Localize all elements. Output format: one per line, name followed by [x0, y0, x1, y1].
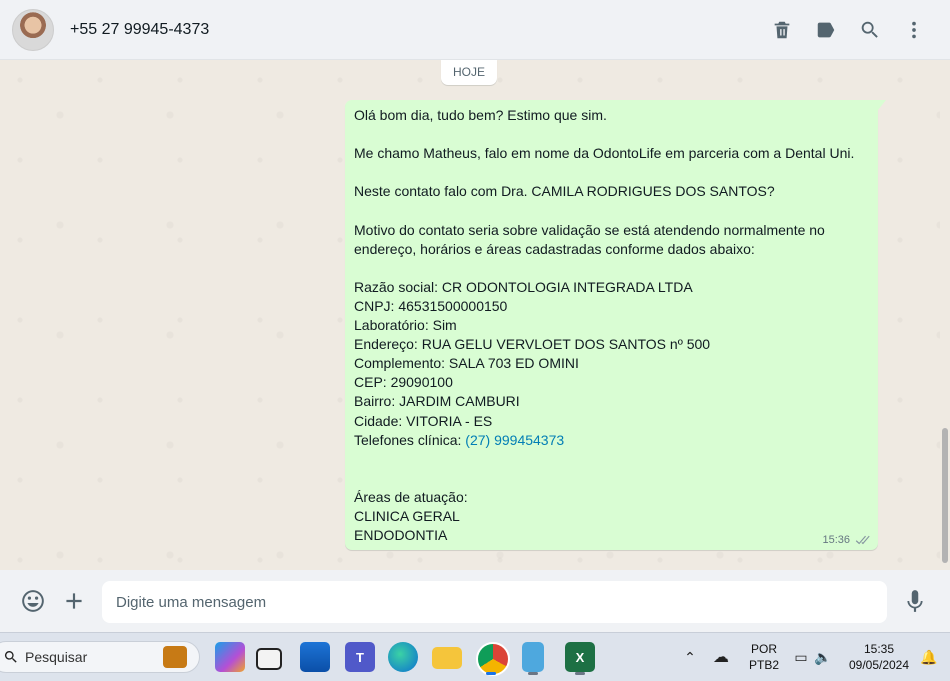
message-line: Neste contato falo com Dra. CAMILA RODRI… — [354, 183, 775, 200]
chrome-active-indicator — [486, 672, 496, 675]
double-check-icon — [855, 535, 870, 544]
clock-date: 09/05/2024 — [848, 658, 910, 672]
message-line — [354, 125, 869, 144]
message-line — [354, 163, 869, 182]
message-line: Endereço: RUA GELU VERVLOET DOS SANTOS n… — [354, 336, 711, 353]
message-line: CLINICA GERAL — [354, 507, 460, 524]
message-line: Bairro: JARDIM CAMBURI — [354, 393, 520, 410]
phone-label: Telefones clínica: — [354, 431, 466, 448]
network-icon[interactable]: ▭ — [790, 649, 812, 666]
message-text: Olá bom dia, tudo bem? Estimo que sim. Me… — [354, 106, 869, 431]
message-bubble-outgoing[interactable]: Olá bom dia, tudo bem? Estimo que sim. Me… — [345, 100, 886, 550]
chat-scrollbar[interactable] — [940, 60, 950, 570]
message-line: ENDODONTIA — [354, 527, 448, 544]
message-line: Me chamo Matheus, falo em nome da Odonto… — [354, 145, 855, 162]
cloud-offline-icon[interactable]: ☁ — [706, 647, 736, 667]
more-vertical-icon[interactable] — [892, 10, 936, 50]
message-line: Razão social: CR ODONTOLOGIA INTEGRADA L… — [354, 278, 693, 295]
teams-icon[interactable]: T — [345, 642, 375, 672]
task-view-icon[interactable] — [256, 648, 282, 670]
emoji-icon[interactable] — [13, 581, 53, 621]
contact-name[interactable]: +55 27 99945-4373 — [70, 21, 760, 39]
notification-bell-icon[interactable]: 🔔 — [918, 649, 940, 666]
label-icon[interactable] — [804, 10, 848, 50]
store-icon[interactable] — [300, 642, 330, 672]
chat-header: +55 27 99945-4373 — [0, 0, 950, 60]
composer — [0, 570, 950, 632]
message-line — [354, 201, 869, 220]
message-line: Complemento: SALA 703 ED OMINI — [354, 355, 579, 372]
language-code: POR — [750, 642, 777, 656]
file-explorer-icon[interactable] — [432, 647, 462, 669]
message-meta: 15:36 — [822, 534, 870, 546]
chevron-up-icon[interactable]: ⌃ — [680, 649, 700, 666]
avatar[interactable] — [12, 8, 54, 51]
scrollbar-thumb[interactable] — [942, 428, 948, 563]
message-line — [354, 259, 869, 278]
message-line: CEP: 29090100 — [354, 374, 453, 391]
message-line: Cidade: VITORIA - ES — [354, 412, 493, 429]
plus-icon[interactable] — [54, 581, 94, 621]
phone-link[interactable]: (27) 999454373 — [465, 432, 564, 448]
message-line: Motivo do contato seria sobre validação … — [354, 221, 825, 238]
header-actions — [760, 10, 936, 50]
clock-time: 15:35 — [863, 642, 895, 656]
chat-area[interactable]: HOJE Olá bom dia, tudo bem? Estimo que s… — [0, 60, 940, 570]
search-label: Pesquisar — [25, 649, 88, 665]
message-phone-line: Telefones clínica: (27) 999454373 — [354, 431, 869, 450]
system-tray: ⌃ ☁ POR PTB2 ▭ 🔈 15:35 09/05/2024 🔔 — [680, 633, 940, 681]
notepad-icon[interactable] — [522, 642, 544, 672]
message-line: endereço, horários e áreas cadastradas c… — [354, 240, 755, 257]
excel-icon[interactable]: X — [565, 642, 595, 672]
message-time: 15:36 — [822, 534, 850, 546]
search-icon — [4, 651, 17, 663]
clock[interactable]: 15:35 09/05/2024 — [844, 641, 914, 673]
message-line — [354, 450, 869, 469]
message-line: Olá bom dia, tudo bem? Estimo que sim. — [354, 107, 607, 123]
copilot-icon[interactable] — [215, 642, 245, 672]
message-text-tail: Áreas de atuação: CLINICA GERAL ENDODONTIA — [354, 450, 869, 545]
trash-icon[interactable] — [760, 10, 804, 50]
edge-icon[interactable] — [388, 642, 418, 672]
message-line — [354, 469, 869, 488]
excel-active-indicator — [575, 672, 585, 675]
notepad-active-indicator — [528, 672, 538, 675]
keyboard-layout: PTB2 — [748, 658, 779, 672]
day-chip: HOJE — [441, 60, 498, 85]
volume-icon[interactable]: 🔈 — [812, 649, 834, 666]
chrome-icon[interactable] — [476, 642, 510, 676]
briefcase-icon — [163, 646, 187, 668]
microphone-icon[interactable] — [895, 581, 935, 621]
message-line: Áreas de atuação: — [354, 488, 468, 505]
search-icon[interactable] — [848, 10, 892, 50]
windows-taskbar: Pesquisar T X ⌃ ☁ POR PTB2 ▭ 🔈 15:35 09/… — [0, 632, 950, 681]
message-line: Laboratório: Sim — [354, 317, 457, 334]
taskbar-search[interactable]: Pesquisar — [0, 641, 200, 673]
message-line: CNPJ: 46531500000150 — [354, 297, 508, 314]
language-indicator[interactable]: POR PTB2 — [744, 641, 784, 673]
message-input[interactable] — [102, 581, 887, 623]
